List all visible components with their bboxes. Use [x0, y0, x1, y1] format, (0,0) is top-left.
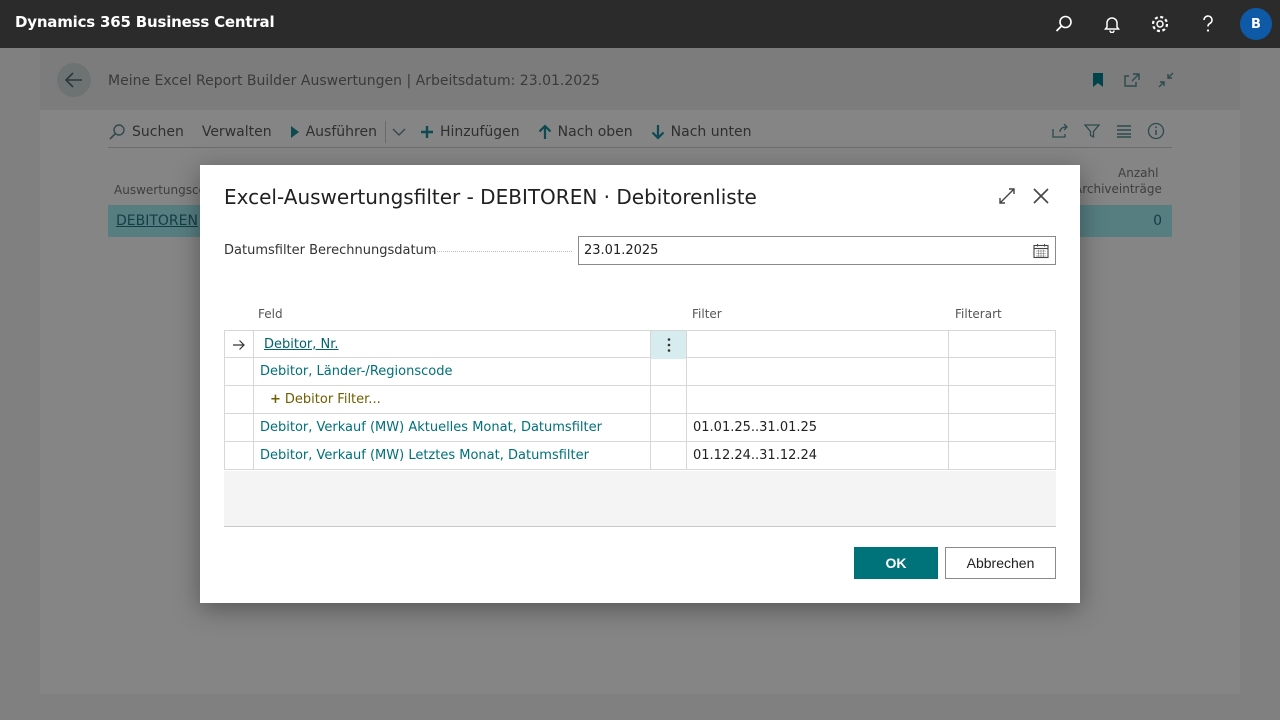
manage-action[interactable]: Verwalten	[202, 124, 272, 140]
date-filter-label: Datumsfilter Berechnungsdatum	[224, 243, 437, 258]
filter-dialog: Excel-Auswertungsfilter - DEBITOREN · De…	[200, 165, 1080, 603]
run-action[interactable]: Ausführen	[290, 124, 377, 140]
row-actions-button[interactable]	[650, 331, 686, 359]
search-icon[interactable]	[1040, 0, 1088, 48]
row-actions-cell[interactable]	[650, 386, 686, 414]
column-header-count-line2[interactable]: Archiveinträge	[1074, 182, 1162, 196]
row-indicator	[224, 358, 253, 386]
field-cell[interactable]: Debitor, Verkauf (MW) Aktuelles Monat, D…	[253, 414, 650, 442]
archive-count[interactable]: 0	[1153, 213, 1162, 229]
column-header-count-line1[interactable]: Anzahl	[1118, 166, 1158, 180]
filter-type-cell[interactable]	[948, 358, 1056, 386]
app-bar: Dynamics 365 Business Central B	[0, 0, 1280, 48]
table-row[interactable]: Debitor, Verkauf (MW) Aktuelles Monat, D…	[224, 414, 1056, 442]
date-filter-value[interactable]: 23.01.2025	[584, 243, 658, 258]
dialog-title: Excel-Auswertungsfilter - DEBITOREN · De…	[224, 185, 757, 209]
app-bar-icons: B	[1040, 0, 1280, 48]
more-options-icon	[667, 338, 670, 352]
avatar[interactable]: B	[1240, 8, 1272, 40]
close-icon[interactable]	[1030, 185, 1052, 207]
grid-header-field[interactable]: Feld	[258, 307, 283, 321]
move-up-action-label: Nach oben	[557, 123, 633, 140]
notification-bell-icon[interactable]	[1088, 0, 1136, 48]
table-row[interactable]: Debitor, Länder-/Regionscode	[224, 358, 1056, 386]
table-row[interactable]: Debitor, Nr.	[224, 330, 1056, 359]
collapse-icon[interactable]	[1156, 70, 1176, 90]
row-actions-cell[interactable]	[650, 358, 686, 386]
filter-type-cell[interactable]	[948, 442, 1056, 470]
grid-header-filter[interactable]: Filter	[692, 307, 722, 321]
filter-cell[interactable]: 01.01.25..31.01.25	[686, 414, 948, 442]
move-up-action[interactable]: Nach oben	[538, 124, 633, 140]
field-cell[interactable]: Debitor, Länder-/Regionscode	[253, 358, 650, 386]
move-down-action[interactable]: Nach unten	[651, 123, 752, 140]
filter-type-cell[interactable]	[948, 331, 1056, 359]
field-cell[interactable]: Debitor, Verkauf (MW) Letztes Monat, Dat…	[253, 442, 650, 470]
page-title: Meine Excel Report Builder Auswertungen …	[108, 73, 600, 89]
search-action-label: Suchen	[132, 123, 184, 140]
field-link[interactable]: Debitor, Nr.	[264, 337, 339, 352]
filter-cell[interactable]: 01.12.24..31.12.24	[686, 442, 948, 470]
grid-header-filter-type[interactable]: Filterart	[955, 307, 1002, 321]
field-link[interactable]: Debitor, Verkauf (MW) Aktuelles Monat, D…	[260, 420, 602, 435]
plus-icon: +	[270, 392, 281, 407]
grid-empty-area	[224, 471, 1056, 527]
row-indicator	[224, 331, 253, 359]
expand-icon[interactable]	[996, 185, 1018, 207]
filter-value[interactable]: 01.01.25..31.01.25	[693, 420, 817, 435]
filter-cell[interactable]	[686, 331, 948, 359]
list-view-icon[interactable]	[1114, 121, 1134, 141]
action-bar: Suchen Verwalten Ausführen Hinzufügen Na…	[108, 116, 1172, 148]
table-row[interactable]: + Debitor Filter...	[224, 386, 1056, 414]
share-icon[interactable]	[1050, 121, 1070, 141]
user-menu[interactable]: B	[1232, 0, 1280, 48]
field-link[interactable]: Debitor, Verkauf (MW) Letztes Monat, Dat…	[260, 448, 589, 463]
page-header-icons	[1088, 70, 1176, 90]
page-header: Meine Excel Report Builder Auswertungen …	[40, 48, 1240, 110]
ok-button[interactable]: OK	[854, 547, 938, 579]
chevron-down-icon	[392, 128, 406, 136]
row-indicator	[224, 386, 253, 414]
search-action[interactable]: Suchen	[108, 123, 184, 141]
run-action-label: Ausführen	[305, 123, 377, 140]
cancel-button[interactable]: Abbrechen	[945, 547, 1056, 579]
add-action[interactable]: Hinzufügen	[420, 124, 520, 140]
row-indicator	[224, 442, 253, 470]
info-icon[interactable]	[1146, 121, 1166, 141]
field-link[interactable]: Debitor, Länder-/Regionscode	[260, 364, 452, 379]
row-indicator	[224, 414, 253, 442]
bookmark-icon[interactable]	[1088, 70, 1108, 90]
row-actions-cell[interactable]	[650, 442, 686, 470]
filter-value[interactable]: 01.12.24..31.12.24	[693, 448, 817, 463]
row-actions-cell[interactable]	[650, 414, 686, 442]
back-button[interactable]	[57, 63, 91, 97]
filter-grid: Debitor, Nr. Debitor, Länder-/Regionscod…	[224, 330, 1056, 470]
add-filter-link[interactable]: + Debitor Filter...	[270, 392, 381, 407]
date-filter-leader-dots	[432, 251, 572, 252]
settings-gear-icon[interactable]	[1136, 0, 1184, 48]
add-action-label: Hinzufügen	[439, 123, 520, 140]
date-filter-field[interactable]: 23.01.2025	[578, 236, 1056, 265]
add-filter-label: Debitor Filter...	[284, 392, 381, 407]
filter-cell[interactable]	[686, 386, 948, 414]
arrow-right-icon	[233, 340, 245, 350]
filter-icon[interactable]	[1082, 121, 1102, 141]
app-title[interactable]: Dynamics 365 Business Central	[15, 13, 275, 31]
dialog-window-buttons	[996, 185, 1052, 207]
action-bar-right-icons	[1050, 121, 1166, 141]
report-code-link[interactable]: DEBITOREN	[116, 213, 198, 229]
filter-type-cell[interactable]	[948, 386, 1056, 414]
open-new-window-icon[interactable]	[1122, 70, 1142, 90]
field-cell[interactable]: Debitor, Nr.	[253, 331, 650, 359]
action-separator	[384, 120, 386, 143]
manage-action-label: Verwalten	[201, 123, 272, 140]
filter-type-cell[interactable]	[948, 414, 1056, 442]
calendar-icon[interactable]	[1033, 243, 1049, 263]
filter-cell[interactable]	[686, 358, 948, 386]
more-actions-dropdown[interactable]	[392, 127, 406, 137]
help-icon[interactable]	[1184, 0, 1232, 48]
add-filter-cell[interactable]: + Debitor Filter...	[253, 386, 650, 414]
move-down-action-label: Nach unten	[670, 123, 752, 140]
table-row[interactable]: Debitor, Verkauf (MW) Letztes Monat, Dat…	[224, 442, 1056, 470]
